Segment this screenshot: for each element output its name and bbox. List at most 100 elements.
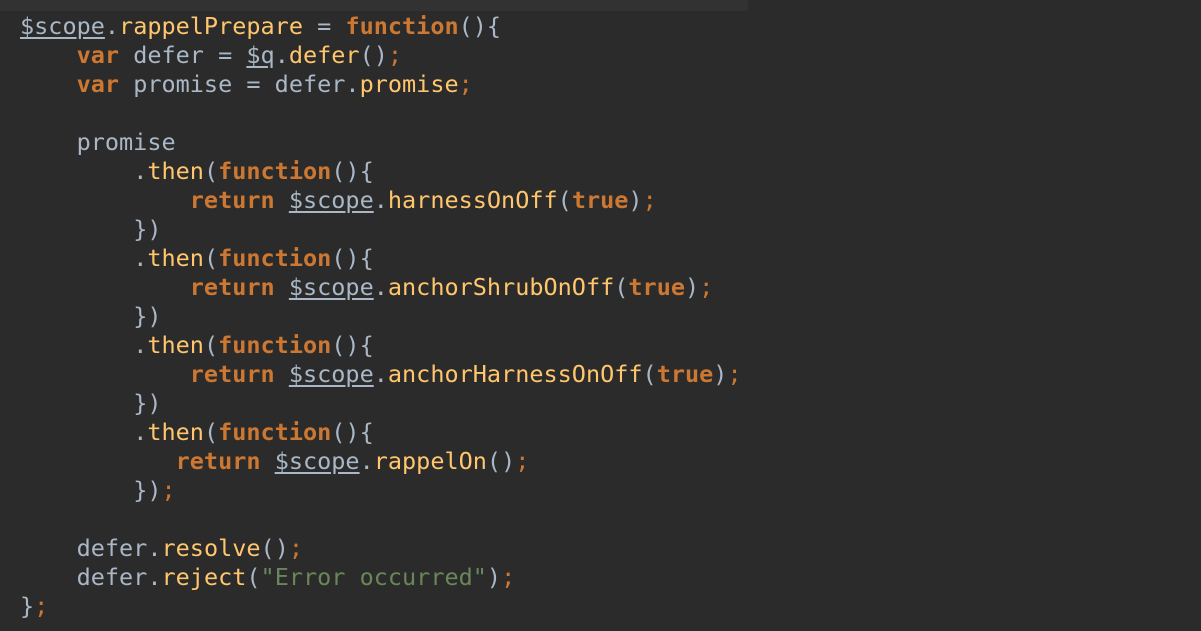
token-code-text	[20, 447, 176, 475]
token-variable: $scope	[288, 273, 374, 301]
code-line[interactable]: $scope.rappelPrepare = function(){	[20, 12, 742, 41]
code-line[interactable]: })	[20, 302, 742, 331]
token-punctuation: (	[614, 273, 629, 301]
token-code-text	[275, 360, 289, 388]
token-punctuation: .	[133, 331, 148, 359]
token-keyword: return	[189, 273, 275, 301]
token-keyword: function	[218, 157, 332, 185]
token-keyword: function	[218, 244, 332, 272]
token-punctuation: (	[557, 186, 572, 214]
token-code-text	[275, 273, 289, 301]
token-code-text	[20, 70, 77, 98]
code-line[interactable]: .then(function(){	[20, 244, 742, 273]
token-code-text	[20, 244, 133, 272]
token-code-text	[261, 447, 275, 475]
code-line[interactable]: };	[20, 592, 742, 621]
code-area[interactable]: $scope.rappelPrepare = function(){ var d…	[20, 12, 742, 621]
token-punctuation: (	[246, 563, 261, 591]
code-line[interactable]	[20, 99, 742, 128]
token-code-text	[20, 215, 133, 243]
token-keyword: function	[218, 418, 332, 446]
current-line-highlight	[0, 0, 748, 11]
token-punctuation: (){	[331, 331, 374, 359]
token-code-text	[20, 186, 190, 214]
token-semicolon: ;	[387, 41, 403, 69]
token-keyword: return	[189, 186, 275, 214]
token-method-name: reject	[161, 563, 247, 591]
token-punctuation: })	[133, 302, 162, 330]
token-variable: $scope	[20, 12, 105, 40]
code-line[interactable]: return $scope.anchorHarnessOnOff(true);	[20, 360, 742, 389]
token-punctuation: (	[203, 331, 219, 359]
code-line[interactable]: var defer = $q.defer();	[20, 41, 742, 70]
token-punctuation: (){	[458, 12, 502, 40]
token-semicolon: ;	[458, 70, 473, 98]
code-line[interactable]: });	[20, 476, 742, 505]
token-method-name: rappelPrepare	[119, 12, 303, 40]
token-semicolon: ;	[699, 273, 714, 301]
token-keyword: return	[175, 447, 261, 475]
code-line[interactable]: var promise = defer.promise;	[20, 70, 742, 99]
token-punctuation: (	[203, 418, 219, 446]
token-semicolon: ;	[727, 360, 742, 388]
token-semicolon: ;	[34, 592, 49, 620]
token-code-text	[20, 476, 133, 504]
token-punctuation: (	[203, 244, 219, 272]
code-line[interactable]: defer.resolve();	[20, 534, 742, 563]
token-method-name: anchorHarnessOnOff	[387, 360, 643, 388]
token-code-text: defer =	[119, 41, 247, 69]
code-line[interactable]: promise	[20, 128, 742, 157]
token-boolean-literal: true	[656, 360, 714, 388]
token-code-text: defer	[20, 534, 148, 562]
token-method-name: then	[147, 157, 204, 185]
token-method-name: then	[147, 418, 204, 446]
code-line[interactable]	[20, 505, 742, 534]
token-punctuation: .	[104, 12, 120, 40]
token-punctuation: })	[133, 215, 162, 243]
token-punctuation: .	[345, 70, 360, 98]
token-code-text	[20, 273, 190, 301]
token-semicolon: ;	[501, 563, 516, 591]
token-variable: $q	[246, 41, 275, 69]
token-variable: $scope	[288, 186, 374, 214]
token-code-text: defer	[20, 563, 148, 591]
token-method-name: rappelOn	[373, 447, 487, 475]
token-code-text: promise	[20, 128, 176, 156]
token-keyword: var	[76, 41, 120, 69]
token-punctuation: (	[203, 157, 219, 185]
token-code-text	[20, 360, 190, 388]
token-punctuation: }	[20, 592, 35, 620]
token-punctuation: )	[628, 186, 643, 214]
token-semicolon: ;	[642, 186, 657, 214]
token-code-text	[20, 157, 133, 185]
code-line[interactable]: .then(function(){	[20, 157, 742, 186]
token-punctuation: (){	[331, 244, 374, 272]
token-semicolon: ;	[161, 476, 176, 504]
token-code-text	[20, 389, 133, 417]
code-line[interactable]: })	[20, 215, 742, 244]
token-keyword: return	[189, 360, 275, 388]
token-semicolon: ;	[288, 534, 303, 562]
token-punctuation: .	[373, 273, 388, 301]
code-line[interactable]: return $scope.rappelOn();	[20, 447, 742, 476]
code-editor[interactable]: $scope.rappelPrepare = function(){ var d…	[0, 0, 1201, 631]
token-string-literal: "Error occurred"	[260, 563, 487, 591]
token-punctuation: (	[642, 360, 657, 388]
token-punctuation: })	[133, 389, 162, 417]
token-punctuation: .	[359, 447, 374, 475]
code-line[interactable]: })	[20, 389, 742, 418]
code-line[interactable]: .then(function(){	[20, 331, 742, 360]
token-variable: $scope	[274, 447, 360, 475]
token-keyword: var	[76, 70, 120, 98]
token-method-name: then	[147, 331, 204, 359]
code-line[interactable]: return $scope.harnessOnOff(true);	[20, 186, 742, 215]
token-punctuation: ()	[260, 534, 289, 562]
token-variable: $scope	[288, 360, 374, 388]
token-punctuation: .	[147, 563, 162, 591]
token-punctuation: )	[713, 360, 728, 388]
token-semicolon: ;	[515, 447, 530, 475]
code-line[interactable]: .then(function(){	[20, 418, 742, 447]
code-line[interactable]: return $scope.anchorShrubOnOff(true);	[20, 273, 742, 302]
token-method-name: harnessOnOff	[387, 186, 558, 214]
code-line[interactable]: defer.reject("Error occurred");	[20, 563, 742, 592]
